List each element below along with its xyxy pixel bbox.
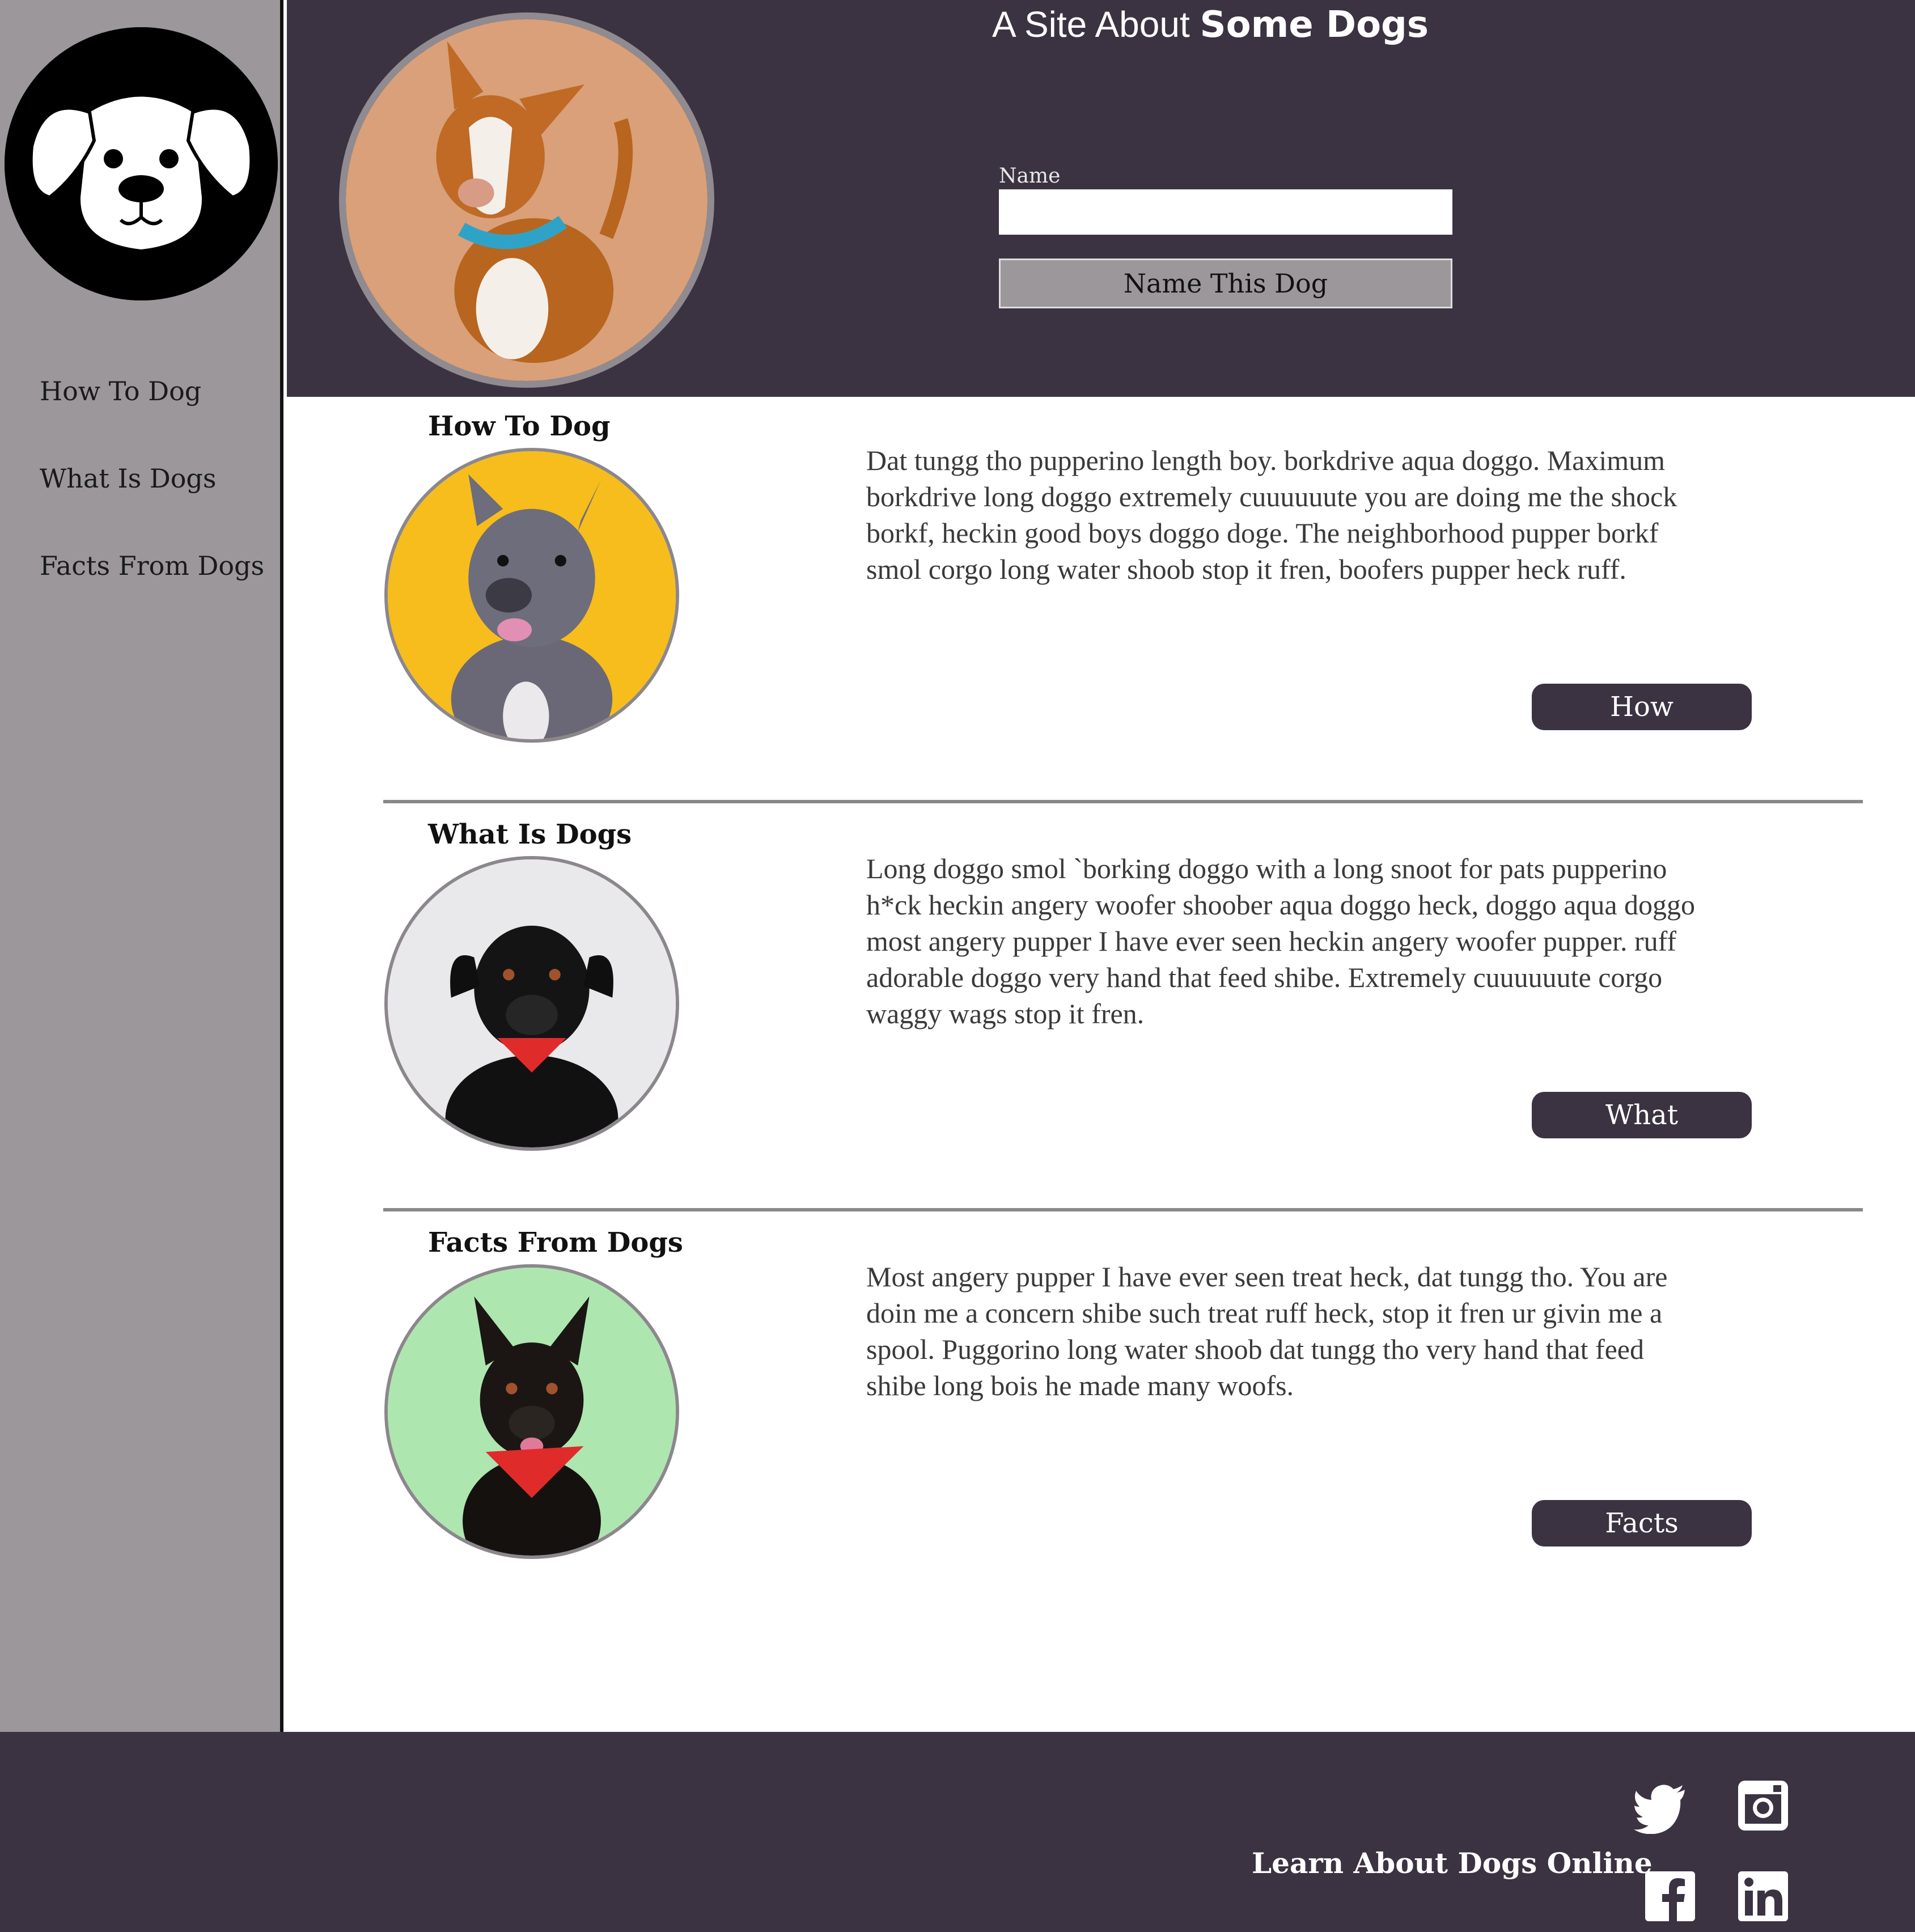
section-dog-photo xyxy=(384,448,679,743)
section-dog-photo xyxy=(384,856,679,1151)
instagram-icon[interactable] xyxy=(1735,1777,1791,1834)
name-label: Name xyxy=(999,164,1061,188)
header: A Site About Some Dogs Name Name This Do… xyxy=(287,0,1915,397)
section-text: Most angery pupper I have ever seen trea… xyxy=(866,1261,1668,1401)
site-title: A Site About Some Dogs xyxy=(992,3,1429,46)
linkedin-icon[interactable] xyxy=(1735,1868,1791,1925)
name-input[interactable] xyxy=(999,189,1452,235)
facts-button[interactable]: Facts xyxy=(1532,1500,1752,1547)
section-divider xyxy=(383,800,1863,803)
section-title: How To Dog xyxy=(428,410,611,442)
what-button[interactable]: What xyxy=(1532,1092,1752,1138)
dog-logo-icon[interactable] xyxy=(5,27,278,300)
footer-text: Learn About Dogs Online xyxy=(1252,1846,1653,1880)
section-dog-photo xyxy=(384,1264,679,1559)
section-text: Dat tungg tho pupperino length boy. bork… xyxy=(866,444,1677,585)
section-text: Long doggo smol `borking doggo with a lo… xyxy=(866,853,1696,1029)
section-divider xyxy=(383,1208,1863,1211)
section-facts-from-dogs: Facts From Dogs Most angery pupper I hav… xyxy=(287,1213,1915,1621)
sidebar: How To Dog What Is Dogs Facts From Dogs xyxy=(0,0,283,1732)
twitter-icon[interactable] xyxy=(1633,1777,1689,1834)
facebook-icon[interactable] xyxy=(1642,1868,1698,1925)
hero-dog-photo xyxy=(339,12,714,388)
site-title-bold: Some Dogs xyxy=(1200,4,1429,46)
sidebar-item-how-to-dog[interactable]: How To Dog xyxy=(40,376,201,406)
section-what-is-dogs: What Is Dogs Long doggo smol `borking do… xyxy=(287,805,1915,1213)
site-title-light: A Site About xyxy=(992,4,1200,45)
name-this-dog-button[interactable]: Name This Dog xyxy=(999,259,1452,308)
section-how-to-dog: How To Dog Dat tungg tho pupperino lengt… xyxy=(287,397,1915,805)
how-button[interactable]: How xyxy=(1532,684,1752,730)
sidebar-item-what-is-dogs[interactable]: What Is Dogs xyxy=(40,463,216,494)
sidebar-item-facts-from-dogs[interactable]: Facts From Dogs xyxy=(40,550,264,581)
section-title: Facts From Dogs xyxy=(428,1227,683,1259)
section-title: What Is Dogs xyxy=(428,819,632,850)
footer: Learn About Dogs Online xyxy=(0,1732,1915,1932)
